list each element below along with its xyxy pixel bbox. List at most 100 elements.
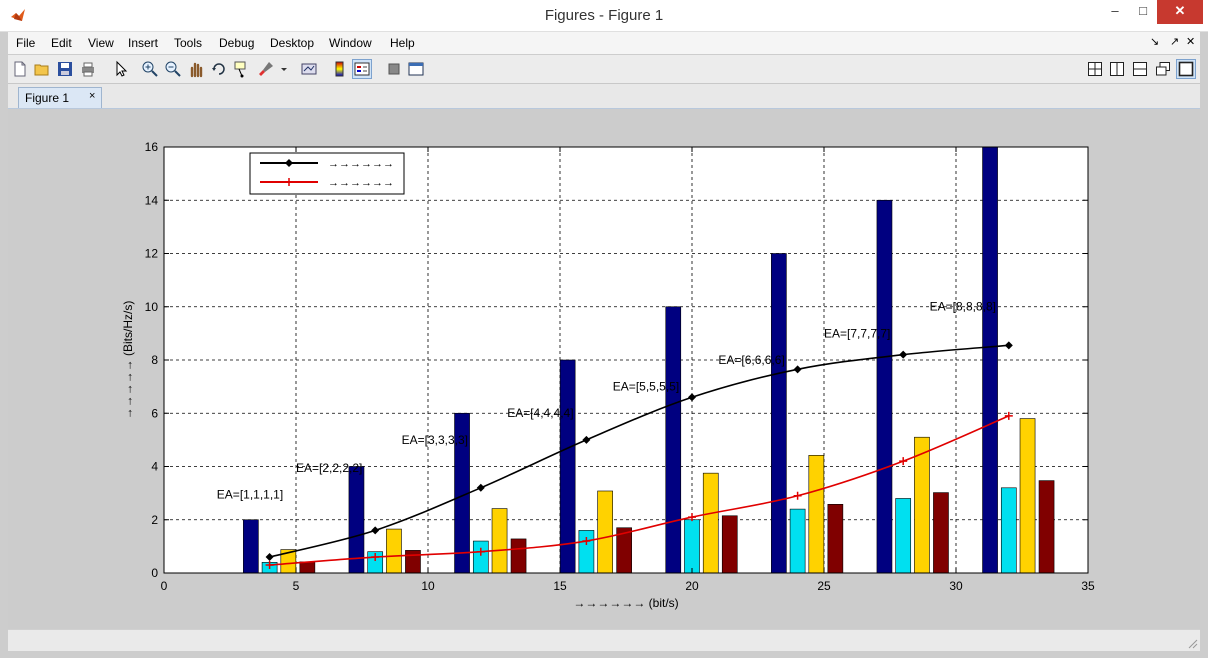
x-tick-label: 5 bbox=[293, 579, 300, 593]
bar bbox=[827, 504, 844, 574]
ea-annotation: EA=[2,2,2,2] bbox=[296, 461, 362, 475]
dock-arrow-icon[interactable]: ↗ bbox=[1170, 35, 1179, 48]
tile-columns-icon[interactable] bbox=[1108, 60, 1126, 78]
colorbar-icon[interactable] bbox=[331, 60, 349, 78]
bar bbox=[702, 472, 719, 574]
bar bbox=[933, 492, 949, 574]
bar bbox=[1038, 480, 1055, 574]
bar bbox=[405, 550, 421, 574]
menu-edit[interactable]: Edit bbox=[51, 36, 72, 50]
bar bbox=[789, 508, 806, 574]
status-bar bbox=[8, 629, 1200, 651]
menu-tools[interactable]: Tools bbox=[174, 36, 202, 50]
x-tick-label: 30 bbox=[949, 579, 963, 593]
y-tick-label: 8 bbox=[151, 353, 158, 367]
tile-rows-icon[interactable] bbox=[1131, 60, 1149, 78]
open-file-icon[interactable] bbox=[33, 60, 51, 78]
x-tick-label: 0 bbox=[161, 579, 168, 593]
y-tick-label: 12 bbox=[145, 247, 159, 261]
menu-desktop[interactable]: Desktop bbox=[270, 36, 314, 50]
maximize-button[interactable]: □ bbox=[1130, 0, 1156, 24]
x-tick-label: 20 bbox=[685, 579, 699, 593]
undock-icon[interactable]: ↘ bbox=[1150, 35, 1159, 48]
data-cursor-icon[interactable] bbox=[233, 60, 251, 78]
hide-plot-tools-icon[interactable] bbox=[385, 60, 403, 78]
ea-annotation: EA=[5,5,5,5] bbox=[613, 380, 679, 394]
y-tick-label: 4 bbox=[151, 460, 158, 474]
menu-help[interactable]: Help bbox=[390, 36, 415, 50]
bar bbox=[665, 306, 682, 574]
bar bbox=[472, 540, 489, 574]
legend-icon[interactable] bbox=[352, 59, 372, 79]
float-icon[interactable] bbox=[1154, 60, 1172, 78]
menu-debug[interactable]: Debug bbox=[219, 36, 254, 50]
ea-annotation: EA=[4,4,4,4] bbox=[507, 406, 573, 420]
menu-bar: File Edit View Insert Tools Debug Deskto… bbox=[8, 32, 1200, 54]
bar bbox=[348, 466, 365, 574]
y-tick-label: 2 bbox=[151, 513, 158, 527]
dock-icon[interactable] bbox=[1176, 59, 1196, 79]
tab-label: Figure 1 bbox=[25, 91, 70, 105]
rotate-3d-icon[interactable] bbox=[210, 60, 228, 78]
bar bbox=[491, 508, 508, 574]
bar bbox=[1019, 418, 1036, 574]
menu-file[interactable]: File bbox=[16, 36, 35, 50]
legend-entry-2: →→→→→→ bbox=[328, 177, 394, 189]
x-tick-label: 25 bbox=[817, 579, 831, 593]
ea-annotation: EA=[1,1,1,1] bbox=[217, 487, 283, 501]
brush-icon[interactable] bbox=[257, 60, 275, 78]
resize-grip-icon[interactable] bbox=[1186, 637, 1198, 649]
bar bbox=[386, 528, 402, 574]
pointer-icon[interactable] bbox=[112, 60, 130, 78]
bar bbox=[808, 455, 825, 574]
zoom-in-icon[interactable] bbox=[141, 60, 159, 78]
ea-annotation: EA=[8,8,8,8] bbox=[930, 300, 996, 314]
chart-legend[interactable]: →→→→→→ →→→→→→ bbox=[249, 152, 405, 195]
brush-dropdown-icon[interactable] bbox=[275, 60, 293, 78]
ea-annotation: EA=[7,7,7,7] bbox=[824, 326, 890, 340]
figure-toolbar bbox=[8, 55, 1200, 84]
figure-canvas: EA=[1,1,1,1] EA=[2,2,2,2] EA=[3,3,3,3] EA=[… bbox=[8, 109, 1200, 629]
y-tick-label: 14 bbox=[145, 193, 159, 207]
bar bbox=[721, 515, 738, 574]
zoom-out-icon[interactable] bbox=[164, 60, 182, 78]
tile-grid-icon[interactable] bbox=[1086, 60, 1104, 78]
show-plot-tools-icon[interactable] bbox=[407, 60, 425, 78]
menu-window[interactable]: Window bbox=[329, 36, 372, 50]
bar bbox=[243, 519, 259, 574]
pan-icon[interactable] bbox=[187, 60, 205, 78]
figure-tab-bar: Figure 1 × bbox=[8, 84, 1200, 109]
tab-close-icon[interactable]: × bbox=[89, 90, 95, 102]
y-axis-label: →→→→→ (Bits/Hz/s) bbox=[121, 301, 135, 420]
close-window-button[interactable]: ✕ bbox=[1157, 0, 1203, 24]
ea-annotation: EA=[6,6,6,6] bbox=[718, 353, 784, 367]
link-plot-icon[interactable] bbox=[300, 60, 318, 78]
menu-insert[interactable]: Insert bbox=[128, 36, 158, 50]
y-tick-label: 16 bbox=[145, 140, 159, 154]
ea-annotation: EA=[3,3,3,3] bbox=[402, 433, 468, 447]
x-tick-label: 10 bbox=[421, 579, 435, 593]
bar bbox=[982, 146, 998, 574]
bar bbox=[895, 498, 912, 574]
chart: EA=[1,1,1,1] EA=[2,2,2,2] EA=[3,3,3,3] EA=[… bbox=[121, 140, 1095, 610]
y-tick-label: 6 bbox=[151, 406, 158, 420]
y-tick-label: 0 bbox=[151, 566, 158, 580]
legend-entry-1: →→→→→→ bbox=[328, 158, 394, 170]
bar bbox=[299, 561, 316, 574]
new-figure-icon[interactable] bbox=[11, 60, 29, 78]
bar bbox=[771, 253, 787, 574]
window-title: Figures - Figure 1 bbox=[544, 7, 664, 24]
bar bbox=[559, 359, 576, 574]
bar bbox=[876, 199, 893, 574]
save-icon[interactable] bbox=[56, 60, 74, 78]
print-icon[interactable] bbox=[79, 60, 97, 78]
x-axis-label: →→→→→→ (bit/s) bbox=[573, 596, 678, 610]
x-tick-label: 15 bbox=[553, 579, 567, 593]
menu-view[interactable]: View bbox=[88, 36, 114, 50]
window-titlebar: Figures - Figure 1 – □ ✕ bbox=[0, 0, 1208, 32]
tab-figure-1[interactable]: Figure 1 × bbox=[18, 87, 102, 108]
close-figure-icon[interactable]: ✕ bbox=[1186, 35, 1195, 48]
y-tick-label: 10 bbox=[145, 300, 159, 314]
bar bbox=[684, 519, 700, 574]
minimize-button[interactable]: – bbox=[1100, 0, 1130, 24]
